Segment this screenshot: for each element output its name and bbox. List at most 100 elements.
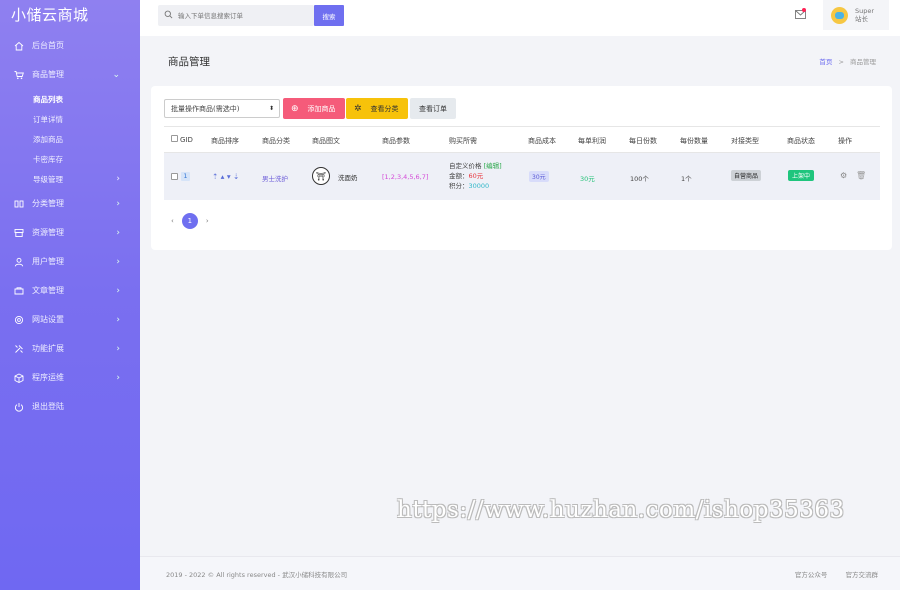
chevron-right-icon: ›: [116, 227, 120, 238]
batch-action-value: 批量操作商品(需选中): [171, 104, 240, 113]
sidebar-item-label: 资源管理: [32, 228, 64, 237]
cost-badge: 30元: [529, 171, 549, 182]
user-menu[interactable]: Super 站长: [823, 0, 889, 30]
product-params: [1,2,3,4,5,6,7]: [382, 173, 429, 181]
submenu-product-list[interactable]: 商品列表: [0, 89, 140, 109]
home-icon: [13, 40, 24, 51]
sidebar-item-resources[interactable]: 资源管理 ›: [0, 218, 140, 247]
buy-points: 积分：30000: [449, 181, 502, 191]
chevron-right-icon: ›: [116, 174, 120, 184]
category-link[interactable]: 男士洗护: [262, 173, 288, 183]
amount-label: 金额：: [449, 172, 469, 180]
buy-line1: 自定义价格: [449, 162, 482, 170]
settings-gear-icon[interactable]: ⚙: [840, 171, 847, 180]
sort-controls[interactable]: ⇡ ▴ ▾ ⇣: [212, 172, 239, 181]
add-product-button[interactable]: ⊕ 添加商品: [283, 98, 345, 119]
user-icon: [13, 256, 24, 267]
search-button[interactable]: 搜索: [314, 5, 344, 26]
footer-link-wechat[interactable]: 官方公众号: [795, 571, 828, 579]
submenu-order-detail[interactable]: 订单详情: [0, 109, 140, 129]
footer: 2019 - 2022 © All rights reserved - 武汉小储…: [140, 556, 900, 590]
sidebar-item-label: 后台首页: [32, 41, 64, 50]
dock-type-badge: 自营商品: [731, 170, 762, 181]
page-title: 商品管理: [168, 56, 210, 68]
table-row: 1 ⇡ ▴ ▾ ⇣ 男士洗护 ⛩ 洗面奶 [1,2,3,4,5,6,7] 自定义…: [164, 153, 880, 200]
col-dock-type: 对接类型: [731, 137, 759, 145]
sidebar-item-label: 功能扩展: [32, 344, 64, 353]
sidebar-item-logout[interactable]: 退出登陆: [0, 392, 140, 421]
search-input[interactable]: [178, 11, 308, 20]
sidebar-item-users[interactable]: 用户管理 ›: [0, 247, 140, 276]
breadcrumb-home[interactable]: 首页: [819, 58, 832, 66]
sidebar-item-label: 退出登陆: [32, 402, 64, 411]
points-value: 30000: [468, 182, 490, 190]
sidebar-item-category[interactable]: 分类管理 ›: [0, 189, 140, 218]
chevron-down-icon: ⌄: [112, 69, 120, 80]
next-page-button[interactable]: ›: [206, 217, 209, 225]
col-image-text: 商品图文: [312, 137, 340, 145]
avatar: [831, 6, 848, 24]
sidebar-item-site-settings[interactable]: 网站设置 ›: [0, 305, 140, 334]
footer-links: 官方公众号 官方交流群: [779, 569, 878, 579]
brand-logo[interactable]: 小储云商城: [0, 0, 140, 28]
buy-custom-price: 自定义价格 [编辑]: [449, 161, 502, 171]
avatar-face-icon: [835, 11, 844, 19]
cart-icon: [13, 69, 24, 80]
product-name: 洗面奶: [338, 174, 358, 182]
footer-link-group[interactable]: 官方交流群: [846, 571, 879, 579]
sidebar-nav: 后台首页 商品管理 ⌄ 商品列表 订单详情 添加商品 卡密库存 导级管理 › 分…: [0, 31, 140, 421]
submenu-card-stock[interactable]: 卡密库存: [0, 149, 140, 169]
doc-icon: [13, 285, 24, 296]
buy-amount: 金额：60元: [449, 171, 502, 181]
sidebar-item-home[interactable]: 后台首页: [0, 31, 140, 60]
col-daily: 每日份数: [629, 137, 657, 145]
col-buy-required: 购买所需: [449, 137, 477, 145]
sidebar-item-articles[interactable]: 文章管理 ›: [0, 276, 140, 305]
chevron-right-icon: ›: [116, 372, 120, 383]
select-all-checkbox[interactable]: [171, 135, 178, 142]
copyright: 2019 - 2022 © All rights reserved - 武汉小储…: [166, 571, 348, 579]
row-checkbox[interactable]: [171, 173, 178, 180]
watermark: https://www.huzhan.com/ishop35363: [397, 497, 845, 523]
plus-circle-icon: ⊕: [291, 103, 299, 114]
edit-link[interactable]: [编辑]: [484, 162, 502, 170]
sidebar-item-products[interactable]: 商品管理 ⌄: [0, 60, 140, 89]
col-gid: GID: [180, 136, 193, 144]
sidebar-item-label: 文章管理: [32, 286, 64, 295]
sidebar-item-label: 网站设置: [32, 315, 64, 324]
col-actions: 操作: [838, 137, 852, 145]
submenu-level-manage[interactable]: 导级管理 ›: [0, 169, 140, 189]
col-category: 商品分类: [262, 137, 290, 145]
toolbar: 批量操作商品(需选中) ⬍ ⊕ 添加商品 ✲ 查看分类 查看订单: [164, 98, 456, 119]
trash-icon[interactable]: 🗑: [856, 171, 866, 180]
page-1-button[interactable]: 1: [181, 213, 198, 229]
notification-dot: [802, 8, 806, 12]
columns-icon: [13, 198, 24, 209]
submenu-add-product[interactable]: 添加商品: [0, 129, 140, 149]
settings-icon: [13, 314, 24, 325]
chevron-right-icon: ›: [116, 256, 120, 267]
prev-page-button[interactable]: ‹: [171, 217, 174, 225]
chevron-right-icon: ›: [116, 198, 120, 209]
archive-icon: [13, 227, 24, 238]
sidebar-item-ops[interactable]: 程序运维 ›: [0, 363, 140, 392]
col-profit: 每单利润: [578, 137, 606, 145]
power-icon: [13, 401, 24, 412]
view-orders-button[interactable]: 查看订单: [410, 98, 456, 119]
table-header: GID 商品排序 商品分类 商品图文 商品参数 购买所需 商品成本 每单利润 每…: [164, 126, 880, 153]
add-product-label: 添加商品: [307, 104, 336, 113]
view-category-button[interactable]: ✲ 查看分类: [346, 98, 408, 119]
batch-action-select[interactable]: 批量操作商品(需选中) ⬍: [164, 99, 280, 118]
chevron-right-icon: ›: [116, 285, 120, 296]
product-image[interactable]: ⛩: [312, 167, 330, 185]
sidebar-item-extensions[interactable]: 功能扩展 ›: [0, 334, 140, 363]
daily-value: 100个: [630, 175, 649, 183]
per-value: 1个: [681, 175, 692, 183]
status-badge[interactable]: 上架中: [788, 170, 815, 181]
sidebar: 小储云商城 后台首页 商品管理 ⌄ 商品列表 订单详情 添加商品 卡密库存 导级…: [0, 0, 140, 590]
buy-required: 自定义价格 [编辑] 金额：60元 积分：30000: [449, 161, 502, 191]
view-category-label: 查看分类: [370, 104, 399, 113]
amount-value: 60元: [468, 172, 484, 180]
sidebar-item-label: 分类管理: [32, 199, 64, 208]
profit-value: 30元: [580, 175, 595, 183]
